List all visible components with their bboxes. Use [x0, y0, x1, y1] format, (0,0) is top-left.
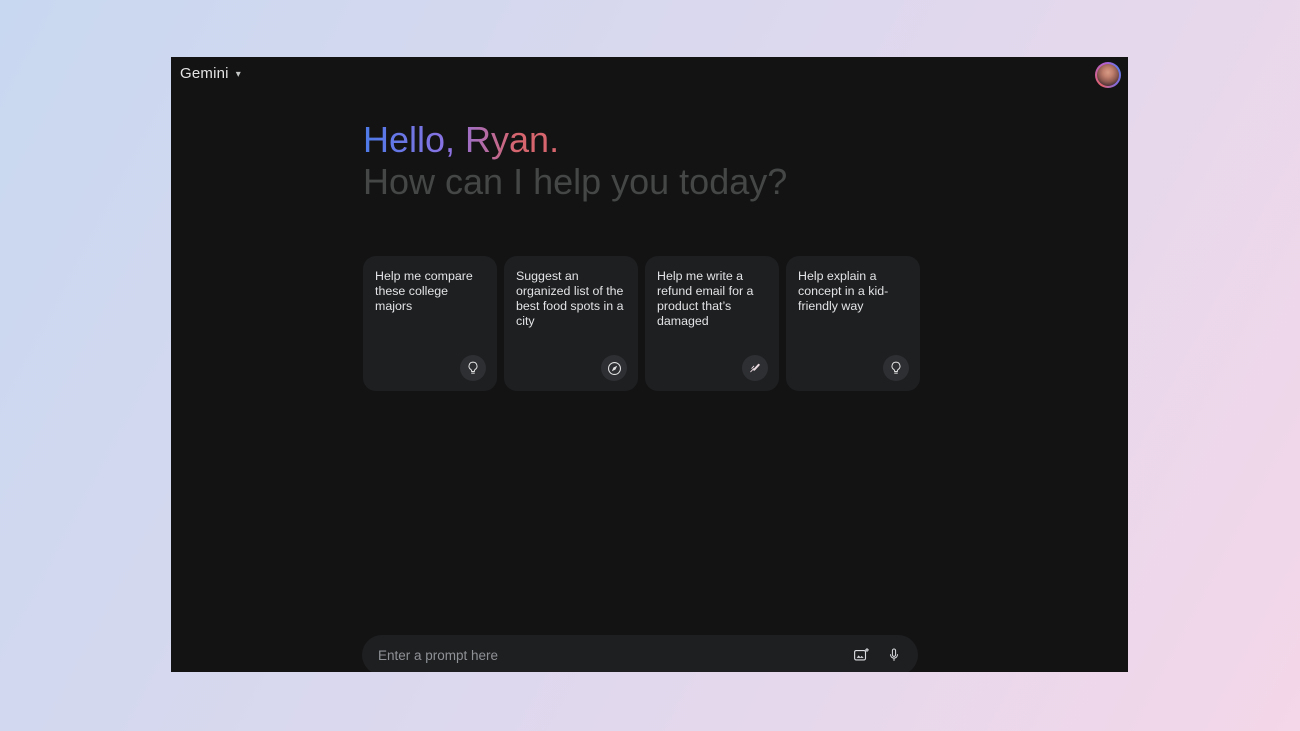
- lightbulb-icon: [883, 355, 909, 381]
- microphone-icon[interactable]: [886, 647, 902, 663]
- top-bar: Gemini ▾: [171, 57, 1128, 95]
- suggestion-text: Suggest an organized list of the best fo…: [516, 269, 624, 328]
- suggestion-card-refund-email[interactable]: Help me write a refund email for a produ…: [645, 256, 779, 391]
- pen-icon: [742, 355, 768, 381]
- suggestion-card-kid-friendly[interactable]: Help explain a concept in a kid-friendly…: [786, 256, 920, 391]
- add-image-icon[interactable]: [852, 646, 870, 664]
- greeting-block: Hello, Ryan. How can I help you today?: [363, 119, 787, 203]
- suggestion-text: Help explain a concept in a kid-friendly…: [798, 269, 889, 313]
- avatar-photo: [1097, 64, 1119, 86]
- prompt-bar: [362, 635, 918, 672]
- prompt-bar-actions: [852, 646, 902, 664]
- lightbulb-icon: [460, 355, 486, 381]
- app-title: Gemini: [180, 65, 229, 82]
- avatar[interactable]: [1095, 62, 1121, 88]
- chevron-down-icon: ▾: [235, 68, 241, 80]
- suggestion-text: Help me compare these college majors: [375, 269, 473, 313]
- greeting-headline: Hello, Ryan.: [363, 119, 560, 160]
- suggestion-text: Help me write a refund email for a produ…: [657, 269, 754, 328]
- greeting-subline: How can I help you today?: [363, 161, 788, 202]
- suggestion-card-college-majors[interactable]: Help me compare these college majors: [363, 256, 497, 391]
- prompt-input[interactable]: [378, 635, 852, 672]
- gemini-window: Gemini ▾ Hello, Ryan. How can I help you…: [171, 57, 1128, 672]
- suggestion-cards: Help me compare these college majors Sug…: [363, 256, 920, 391]
- compass-icon: [601, 355, 627, 381]
- suggestion-card-food-spots[interactable]: Suggest an organized list of the best fo…: [504, 256, 638, 391]
- gemini-model-selector[interactable]: Gemini ▾: [180, 65, 241, 82]
